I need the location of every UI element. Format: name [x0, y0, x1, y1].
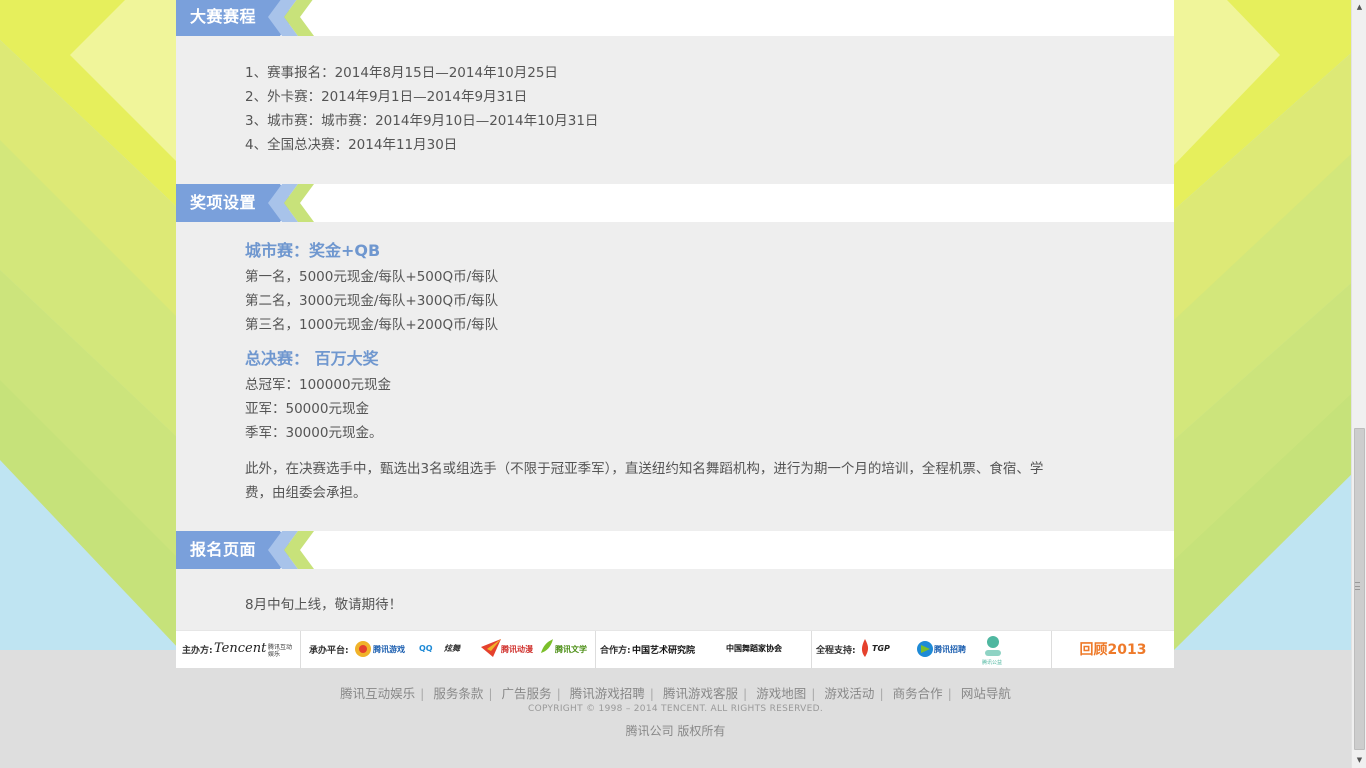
signup-text: 8月中旬上线，敬请期待！: [245, 597, 403, 613]
scroll-up-arrow-icon[interactable]: ▲: [1352, 0, 1366, 15]
section-header-schedule: 大赛赛程: [176, 0, 1174, 36]
footer-link[interactable]: 腾讯互动娱乐: [340, 686, 415, 701]
sponsor-group-platform: 承办平台: 腾讯游戏 QQ 炫舞 腾讯动漫 腾讯文学: [301, 631, 596, 669]
section-header-awards: 奖项设置: [176, 184, 1174, 222]
list-item: 季军：30000元现金。: [245, 425, 383, 441]
section-title: 报名页面: [190, 540, 257, 559]
sponsor-label: 承办平台:: [309, 646, 349, 656]
footer-links: 腾讯互动娱乐 | 服务条款 | 广告服务 | 腾讯游戏招聘 | 腾讯游戏客服 | 游戏地图…: [340, 686, 1011, 701]
vertical-scrollbar[interactable]: ▲ ▼: [1351, 0, 1366, 768]
footer-link[interactable]: 游戏地图: [756, 686, 806, 701]
sponsor-label: 主办方:: [182, 646, 213, 656]
platform-logo[interactable]: QQ: [419, 644, 433, 653]
partner-logo[interactable]: 中国舞蹈家协会: [726, 643, 782, 654]
charity-icon: [985, 636, 1001, 656]
footer-link[interactable]: 腾讯游戏招聘: [570, 686, 645, 701]
sponsor-bar: 主办方: Tencent 腾讯互动娱乐 承办平台: 腾讯游戏 QQ 炫舞 腾讯动…: [176, 630, 1174, 669]
list-item: 2、外卡赛：2014年9月1日—2014年9月31日: [245, 89, 528, 105]
review-2013-link[interactable]: 回顾2013: [1052, 631, 1174, 669]
list-item: 3、城市赛：城市赛：2014年9月10日—2014年10月31日: [245, 113, 599, 129]
platform-logo[interactable]: 腾讯动漫: [501, 644, 533, 655]
footer-link[interactable]: 网站导航: [961, 686, 1011, 701]
section-tab-signup: 报名页面: [176, 531, 316, 569]
scroll-grip-icon: [1355, 582, 1360, 590]
awards-content: 城市赛：奖金+QB 第一名，5000元现金/每队+500Q币/每队 第二名，30…: [245, 237, 1125, 505]
list-item: 总冠军：100000元现金: [245, 377, 392, 393]
list-item: 第三名，1000元现金/每队+200Q币/每队: [245, 317, 499, 333]
extra-text: 此外，在决赛选手中，甄选出3名或组选手（不限于冠亚季军），直送纽约知名舞蹈机构，…: [245, 461, 1044, 477]
partner-logo[interactable]: 中国艺术研究院: [632, 643, 695, 656]
section-tab-schedule: 大赛赛程: [176, 0, 316, 36]
sponsor-label: 全程支持:: [816, 646, 856, 656]
footer-link[interactable]: 游戏活动: [824, 686, 874, 701]
section-title: 奖项设置: [190, 193, 257, 212]
platform-logo[interactable]: 腾讯文学: [555, 644, 587, 655]
schedule-list: 1、赛事报名：2014年8月15日—2014年10月25日 2、外卡赛：2014…: [245, 61, 1125, 157]
literature-icon: [541, 639, 553, 653]
paper-plane-icon: [481, 639, 501, 657]
footer-link[interactable]: 广告服务: [502, 686, 552, 701]
scroll-down-arrow-icon[interactable]: ▼: [1352, 753, 1366, 768]
sponsor-group-host: 主办方: Tencent 腾讯互动娱乐: [176, 631, 301, 669]
copyright: COPYRIGHT © 1998 – 2014 TENCENT. ALL RIG…: [527, 704, 824, 714]
platform-logo[interactable]: 炫舞: [444, 643, 460, 654]
sponsor-group-support: 全程支持: TGP 腾讯招聘 腾讯公益: [812, 631, 1052, 669]
section-header-signup: 报名页面: [176, 531, 1174, 569]
section-tab-awards: 奖项设置: [176, 184, 316, 222]
section-title: 大赛赛程: [190, 7, 257, 26]
support-logo[interactable]: 腾讯公益: [982, 659, 1002, 666]
tencent-games-icon: [355, 641, 371, 657]
list-item: 第一名，5000元现金/每队+500Q币/每队: [245, 269, 499, 285]
list-item: 4、全国总决赛：2014年11月30日: [245, 137, 458, 153]
platform-logo[interactable]: 腾讯游戏: [373, 644, 405, 655]
sponsor-label: 合作方:: [600, 646, 631, 656]
list-item: 亚军：50000元现金: [245, 401, 369, 417]
sponsor-group-partner: 合作方: 中国艺术研究院 中国舞蹈家协会: [596, 631, 812, 669]
prize-heading-final: 总决赛： 百万大奖: [245, 349, 379, 368]
footer-link[interactable]: 腾讯游戏客服: [663, 686, 738, 701]
main-content: 大赛赛程 1、赛事报名：2014年8月15日—2014年10月25日 2、外卡赛…: [176, 0, 1174, 668]
rights-text: 腾讯公司 版权所有: [625, 724, 726, 738]
extra-text: 费，由组委会承担。: [245, 485, 367, 501]
list-item: 第二名，3000元现金/每队+300Q币/每队: [245, 293, 499, 309]
flame-icon: [861, 639, 869, 657]
footer-link[interactable]: 服务条款: [433, 686, 483, 701]
support-logo[interactable]: TGP: [872, 644, 890, 653]
support-logo[interactable]: 腾讯招聘: [934, 644, 966, 655]
tencent-logo-sub: 腾讯互动娱乐: [268, 644, 293, 658]
tencent-logo[interactable]: Tencent: [214, 641, 266, 656]
prize-heading-city: 城市赛：奖金+QB: [245, 241, 381, 260]
recruit-icon: [917, 641, 933, 657]
list-item: 1、赛事报名：2014年8月15日—2014年10月25日: [245, 65, 558, 81]
footer-link[interactable]: 商务合作: [893, 686, 943, 701]
